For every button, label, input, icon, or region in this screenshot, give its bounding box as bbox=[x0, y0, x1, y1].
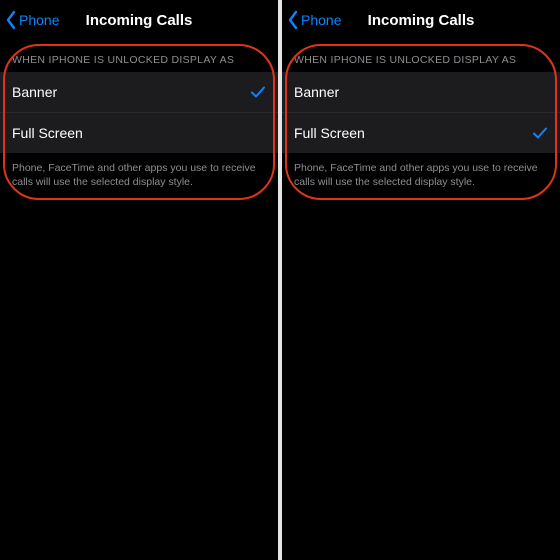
back-label: Phone bbox=[301, 12, 341, 28]
option-fullscreen[interactable]: Full Screen bbox=[282, 112, 560, 153]
option-banner[interactable]: Banner bbox=[0, 72, 278, 112]
chevron-left-icon bbox=[4, 10, 18, 30]
chevron-left-icon bbox=[286, 10, 300, 30]
section-footer: Phone, FaceTime and other apps you use t… bbox=[0, 153, 278, 189]
option-banner[interactable]: Banner bbox=[282, 72, 560, 112]
page-title: Incoming Calls bbox=[86, 12, 193, 29]
option-label: Banner bbox=[294, 84, 339, 100]
back-button[interactable]: Phone bbox=[286, 0, 341, 40]
checkmark-icon bbox=[532, 125, 548, 141]
page-title: Incoming Calls bbox=[368, 12, 475, 29]
screen-left: Phone Incoming Calls WHEN IPHONE IS UNLO… bbox=[0, 0, 278, 560]
section-footer: Phone, FaceTime and other apps you use t… bbox=[282, 153, 560, 189]
option-label: Full Screen bbox=[294, 125, 365, 141]
checkmark-icon bbox=[250, 84, 266, 100]
nav-bar: Phone Incoming Calls bbox=[0, 0, 278, 40]
section-header: WHEN IPHONE IS UNLOCKED DISPLAY AS bbox=[0, 40, 278, 72]
option-label: Full Screen bbox=[12, 125, 83, 141]
back-button[interactable]: Phone bbox=[4, 0, 59, 40]
option-fullscreen[interactable]: Full Screen bbox=[0, 112, 278, 153]
back-label: Phone bbox=[19, 12, 59, 28]
section-header: WHEN IPHONE IS UNLOCKED DISPLAY AS bbox=[282, 40, 560, 72]
nav-bar: Phone Incoming Calls bbox=[282, 0, 560, 40]
screen-right: Phone Incoming Calls WHEN IPHONE IS UNLO… bbox=[282, 0, 560, 560]
option-label: Banner bbox=[12, 84, 57, 100]
